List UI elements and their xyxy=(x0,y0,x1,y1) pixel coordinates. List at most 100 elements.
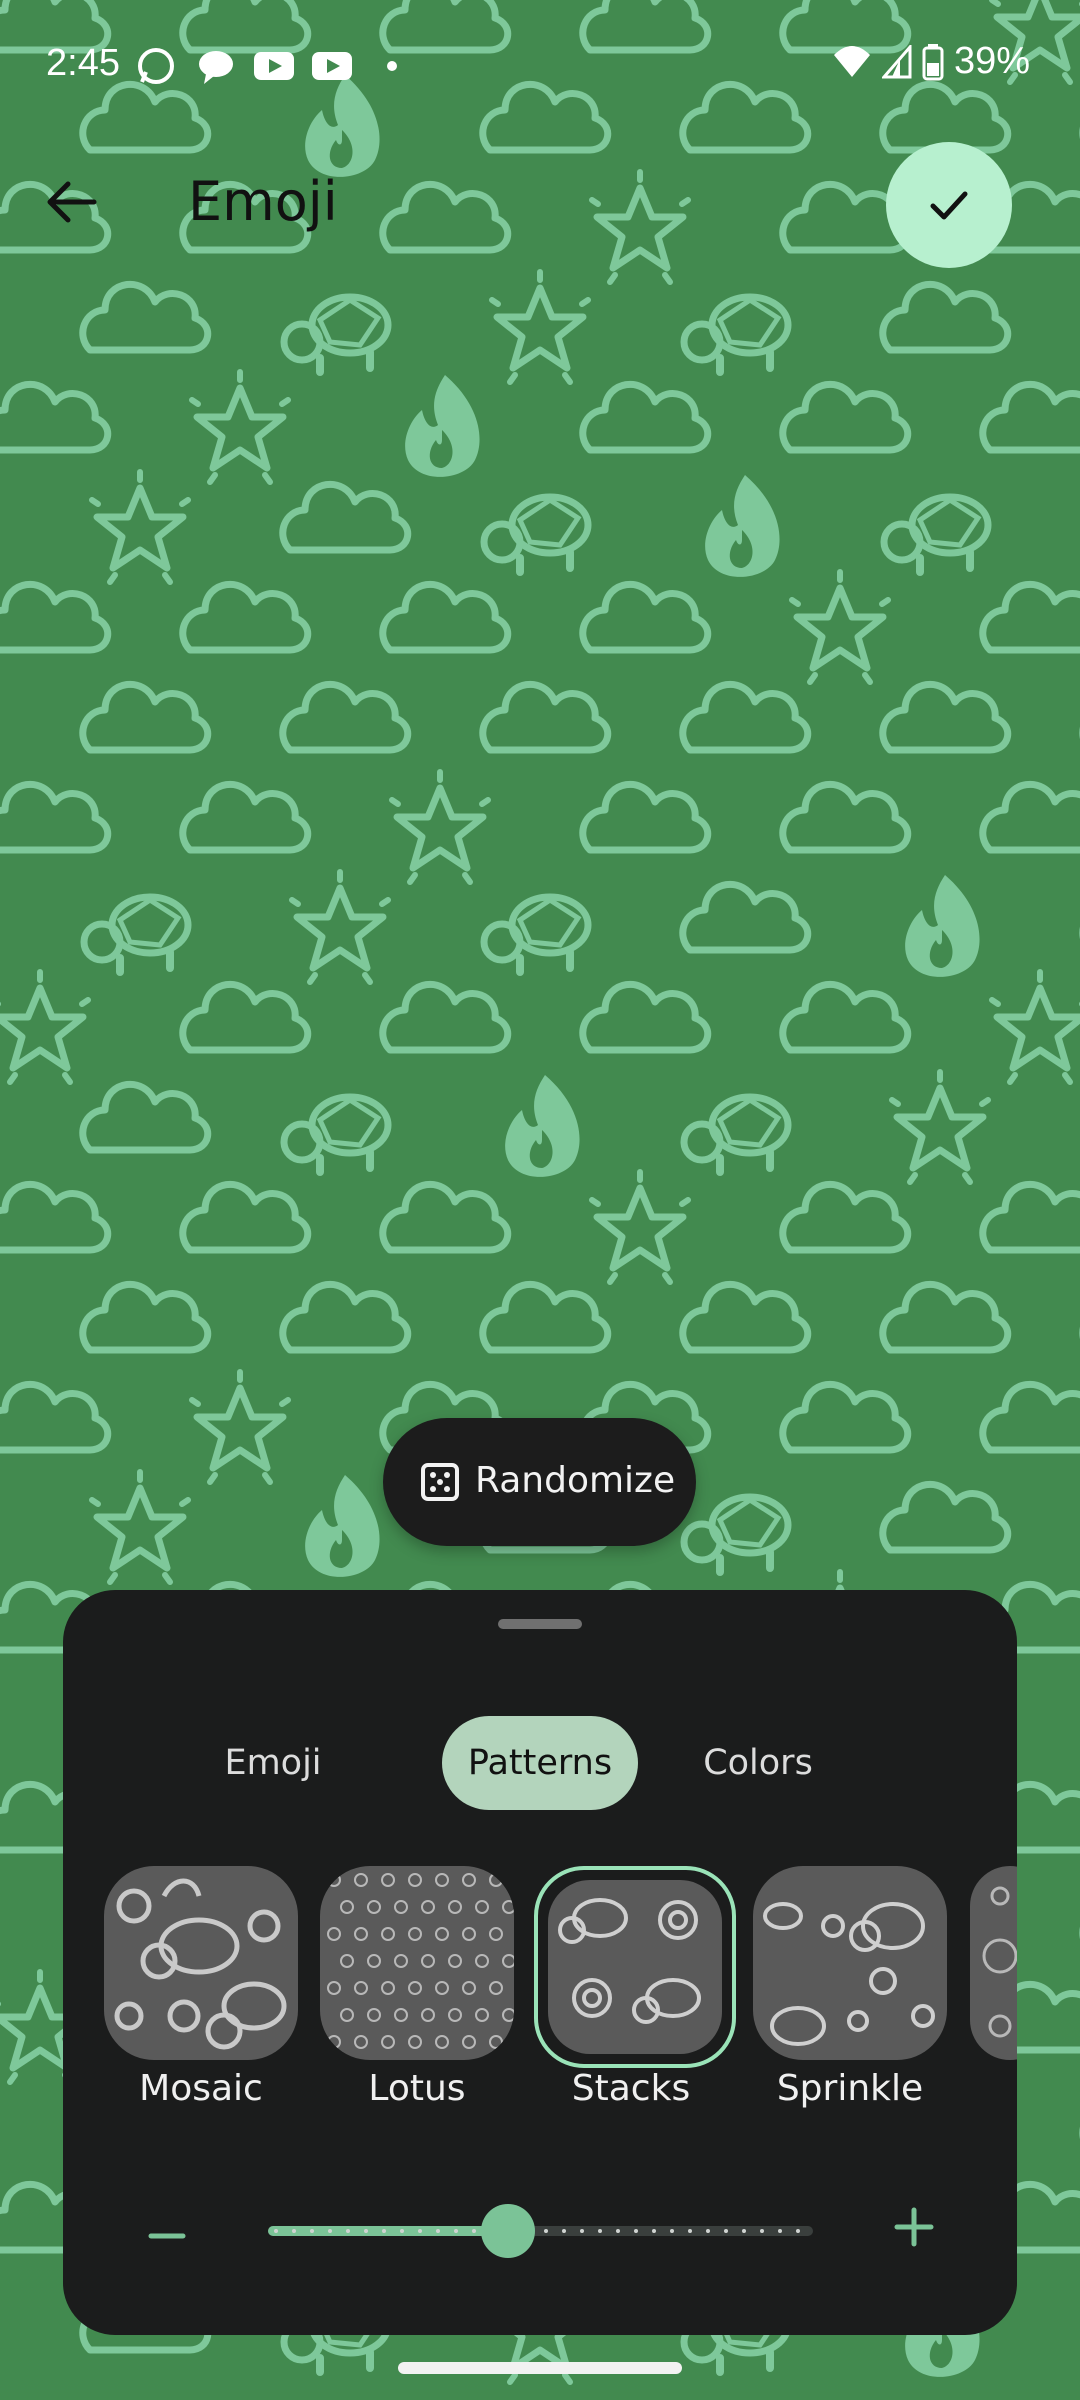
cloud-icon xyxy=(0,784,108,850)
slider-tick xyxy=(292,2229,296,2233)
sprinkle-preview xyxy=(763,1902,935,2046)
cloud-icon xyxy=(983,1184,1080,1250)
lotus-motif xyxy=(448,1900,462,1914)
stacks-preview-frame xyxy=(548,1880,722,2054)
lotus-motif xyxy=(327,1927,341,1941)
lotus-motif xyxy=(394,1954,408,1968)
slider-tick xyxy=(778,2229,782,2233)
arrow-back-icon xyxy=(47,181,97,223)
flame-icon xyxy=(505,1075,580,1177)
cloud-icon xyxy=(283,484,408,550)
cloud-icon xyxy=(283,1284,408,1350)
lotus-motif xyxy=(475,1954,489,1968)
cloud-icon xyxy=(783,1184,908,1250)
slider-tick xyxy=(454,2229,458,2233)
cloud-icon xyxy=(783,384,908,450)
messages-icon xyxy=(199,51,233,84)
lotus-motif xyxy=(354,1981,368,1995)
slider-tick xyxy=(310,2229,314,2233)
slider-tick xyxy=(598,2229,602,2233)
lotus-motif xyxy=(435,1873,449,1887)
cloud-icon xyxy=(583,784,708,850)
cloud-icon xyxy=(0,384,108,450)
lotus-motif xyxy=(462,1981,476,1995)
slider-tick xyxy=(796,2229,800,2233)
turtle-icon xyxy=(884,497,988,572)
lotus-motif xyxy=(435,2035,449,2049)
lotus-motif xyxy=(435,1981,449,1995)
slider-tick xyxy=(580,2229,584,2233)
lotus-motif xyxy=(421,1900,435,1914)
whatsapp-icon xyxy=(138,48,174,84)
lotus-preview xyxy=(327,1873,514,2049)
slider-tick xyxy=(400,2229,404,2233)
cloud-icon xyxy=(183,584,308,650)
slider-tick xyxy=(670,2229,674,2233)
status-bar: 2:45 39% xyxy=(0,0,1080,130)
star-icon xyxy=(192,372,288,482)
turtle-icon xyxy=(284,297,388,372)
cloud-icon xyxy=(183,1184,308,1250)
cloud-icon xyxy=(383,1184,508,1250)
lotus-motif xyxy=(462,1873,476,1887)
star-icon xyxy=(192,1372,288,1482)
lotus-motif xyxy=(502,2008,514,2022)
battery-icon xyxy=(922,43,944,80)
cloud-icon xyxy=(783,984,908,1050)
back-button[interactable] xyxy=(36,166,108,238)
pattern-tile-sprinkle[interactable] xyxy=(753,1866,947,2060)
lotus-motif xyxy=(448,1954,462,1968)
pattern-tile-mosaic[interactable] xyxy=(104,1866,298,2060)
flame-icon xyxy=(905,875,980,977)
lotus-motif xyxy=(475,2008,489,2022)
stacks-preview xyxy=(558,1898,701,2024)
minus-icon[interactable] xyxy=(147,2216,187,2256)
slider-tick xyxy=(634,2229,638,2233)
pattern-label-stacks: Stacks xyxy=(571,2068,691,2109)
slider-tick xyxy=(706,2229,710,2233)
pattern-tile-partial[interactable] xyxy=(970,1866,1017,2060)
slider-tick xyxy=(724,2229,728,2233)
star-icon xyxy=(492,272,588,382)
cloud-icon xyxy=(983,784,1080,850)
cloud-icon xyxy=(383,184,508,250)
slider-tick xyxy=(436,2229,440,2233)
lotus-motif xyxy=(340,1900,354,1914)
star-icon xyxy=(0,972,88,1082)
lotus-motif xyxy=(489,2035,503,2049)
tab-emoji[interactable]: Emoji xyxy=(213,1716,333,1810)
lotus-motif xyxy=(421,2008,435,2022)
tab-colors[interactable]: Colors xyxy=(688,1716,828,1810)
lotus-motif xyxy=(354,1927,368,1941)
cloud-icon xyxy=(883,1284,1008,1350)
wifi-icon xyxy=(833,45,870,77)
randomize-label: Randomize xyxy=(475,1460,676,1501)
confirm-button[interactable] xyxy=(886,142,1012,268)
cloud-icon xyxy=(383,984,508,1050)
pattern-label-mosaic: Mosaic xyxy=(139,2068,263,2109)
turtle-icon xyxy=(484,497,588,572)
notification-icons xyxy=(138,48,397,84)
battery-percent: 39% xyxy=(953,40,1030,82)
home-indicator[interactable] xyxy=(398,2362,682,2374)
lotus-motif xyxy=(489,1927,503,1941)
slider-tick xyxy=(274,2229,278,2233)
cloud-icon xyxy=(983,1384,1080,1450)
plus-icon[interactable] xyxy=(893,2206,935,2248)
flame-icon xyxy=(305,1475,380,1577)
bottom-sheet: Emoji Patterns Colors Mosaic Lotus Stack… xyxy=(63,1590,1017,2335)
cloud-icon xyxy=(883,1484,1008,1550)
lotus-motif xyxy=(408,2035,422,2049)
drag-handle[interactable] xyxy=(498,1619,582,1629)
randomize-button[interactable]: Randomize xyxy=(383,1418,696,1546)
pattern-tile-lotus[interactable] xyxy=(320,1866,514,2060)
slider-thumb[interactable] xyxy=(480,2204,535,2258)
cloud-icon xyxy=(383,584,508,650)
cloud-icon xyxy=(583,984,708,1050)
tab-patterns[interactable]: Patterns xyxy=(442,1716,638,1810)
pattern-tile-stacks[interactable] xyxy=(534,1866,736,2068)
turtle-icon xyxy=(684,1097,788,1172)
lotus-motif xyxy=(408,1927,422,1941)
lotus-motif xyxy=(340,2008,354,2022)
lotus-motif xyxy=(354,1873,368,1887)
